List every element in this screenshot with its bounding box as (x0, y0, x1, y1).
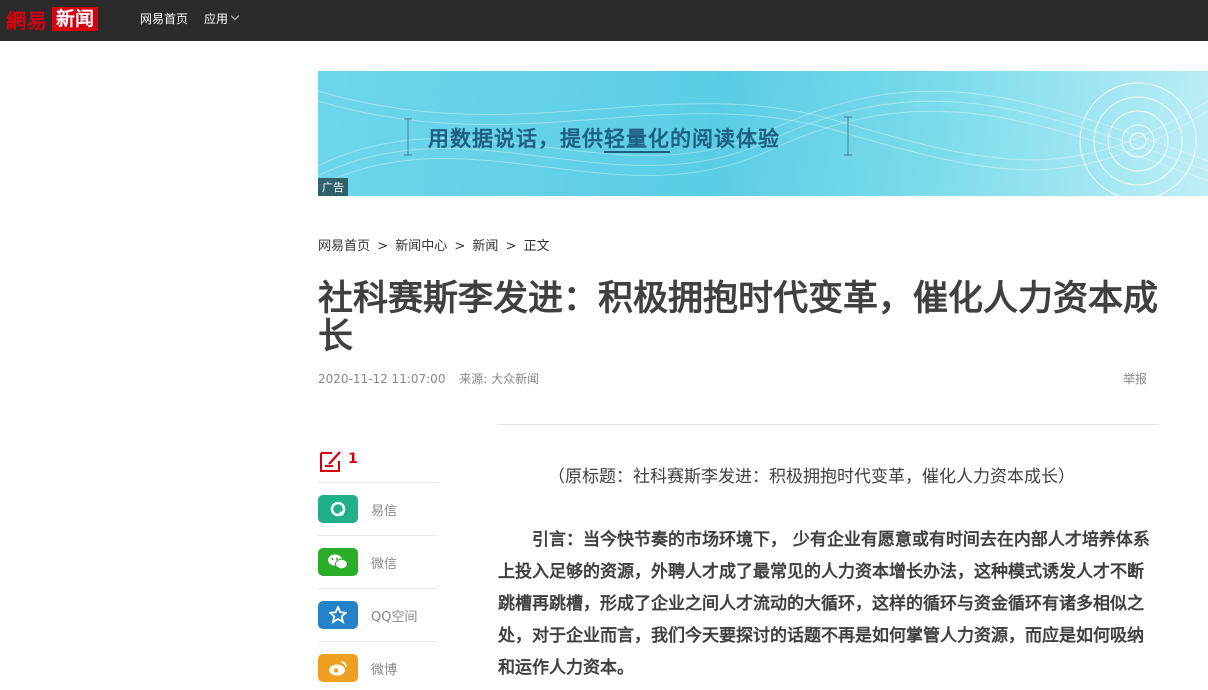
article-title: 社科赛斯李发进：积极拥抱时代变革，催化人力资本成长 (318, 279, 1159, 357)
breadcrumb-netease-home[interactable]: 网易首页 (318, 239, 370, 254)
yixin-icon (318, 495, 358, 523)
banner-text-after: 的阅读体验 (670, 127, 780, 151)
breadcrumb-separator: > (505, 239, 517, 254)
share-wechat-label: 微信 (371, 556, 398, 572)
share-yixin[interactable]: 易信 (318, 483, 438, 536)
share-qzone[interactable]: QQ空间 (318, 589, 438, 642)
nav-home-label: 网易首页 (140, 11, 189, 26)
logo-news: 新闻 (52, 7, 99, 31)
comment-edit-icon (320, 451, 341, 472)
netease-news-logo[interactable]: 網易 新闻 (6, 6, 99, 33)
nav-apps[interactable]: 应用 (204, 10, 240, 27)
decorative-rosette (1079, 82, 1197, 196)
report-link[interactable]: 举报 (1123, 370, 1147, 387)
nav-apps-label: 应用 (204, 11, 229, 26)
wechat-icon (318, 548, 358, 576)
share-wechat[interactable]: 微信 (318, 536, 438, 589)
share-weibo[interactable]: 微博 (318, 642, 438, 690)
weibo-icon (318, 654, 358, 682)
content-divider (498, 424, 1158, 425)
comment-count: 1 (348, 451, 358, 467)
breadcrumb: 网易首页 > 新闻中心 > 新闻 > 正文 (318, 235, 553, 254)
ad-label: 广告 (318, 178, 348, 196)
breadcrumb-news-center[interactable]: 新闻中心 (395, 239, 447, 254)
share-column: 1 易信 微信 QQ空间 微博 (318, 440, 438, 690)
banner-text-highlight: 轻量化 (604, 127, 670, 153)
breadcrumb-separator: > (454, 239, 466, 254)
banner-slogan: 用数据说话，提供轻量化的阅读体验 (428, 123, 780, 153)
article-lead: 引言：当今快节奏的市场环境下， 少有企业有愿意或有时间去在内部人才培养体系上投入… (498, 530, 1150, 678)
publish-datetime: 2020-11-12 11:07:00 (318, 372, 446, 386)
share-qzone-label: QQ空间 (371, 609, 418, 625)
comment-button[interactable]: 1 (318, 440, 438, 483)
chevron-down-icon (230, 11, 240, 21)
article-source[interactable]: 来源: 大众新闻 (459, 372, 539, 386)
qzone-icon (318, 601, 358, 629)
breadcrumb-current: 正文 (523, 239, 550, 254)
nav-netease-home[interactable]: 网易首页 (140, 10, 188, 27)
original-title: （原标题：社科赛斯李发进：积极拥抱时代变革，催化人力资本成长） (548, 467, 1075, 487)
top-nav: 网易首页 应用 (140, 0, 254, 36)
breadcrumb-separator: > (377, 239, 389, 254)
share-weibo-label: 微博 (371, 662, 398, 678)
breadcrumb-news[interactable]: 新闻 (472, 239, 498, 254)
logo-brand: 網易 (6, 8, 48, 33)
article-meta: 2020-11-12 11:07:00 来源: 大众新闻 (318, 370, 549, 387)
banner-text-before: 用数据说话，提供 (428, 127, 604, 151)
ad-banner[interactable]: 用数据说话，提供轻量化的阅读体验 广告 (318, 71, 1208, 196)
share-yixin-label: 易信 (371, 503, 398, 519)
top-bar: 網易 新闻 网易首页 应用 (0, 0, 1208, 41)
